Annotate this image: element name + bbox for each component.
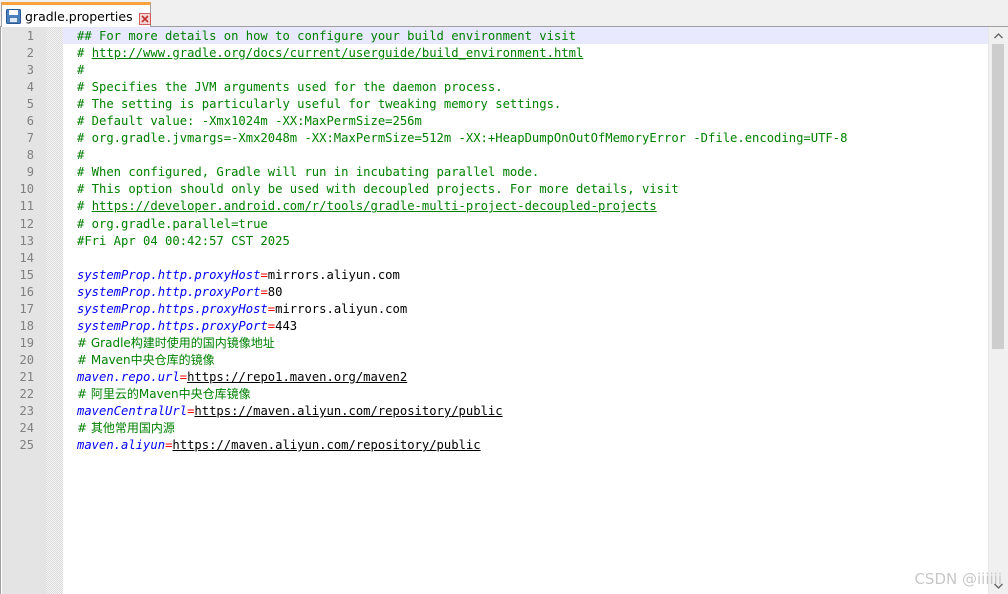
code-line: 3 # [1,62,989,79]
line-number: 2 [26,46,34,61]
property-value: 443 [275,318,298,333]
line-number: 18 [19,318,34,333]
code-line: 20 # Maven中央仓库的镜像 [1,352,989,369]
operator: = [260,267,268,282]
line-number: 5 [26,97,34,112]
watermark: CSDN @iiiiii [914,570,1002,588]
code-line: 14 [1,250,989,267]
property-key: maven.repo.url [77,369,180,384]
tab-label: gradle.properties [25,8,133,24]
comment: #Fri Apr 04 00:42:57 CST 2025 [77,233,290,248]
comment: # [77,199,92,214]
property-key: systemProp.https.proxyPort [77,318,268,333]
code-line: 10 # This option should only be used with… [1,181,989,198]
comment: # 其他常用国内源 [77,421,175,436]
code-line: 16 systemProp.http.proxyPort=80 [1,284,989,301]
property-value-link[interactable]: https://repo1.maven.org/maven2 [187,370,407,384]
property-key: systemProp.https.proxyHost [77,301,268,316]
code-line: 21 maven.repo.url=https://repo1.maven.org… [1,369,989,386]
line-number: 9 [26,165,34,180]
code-line: 15 systemProp.http.proxyHost=mirrors.aliy… [1,267,989,284]
property-key: mavenCentralUrl [77,404,188,419]
line-number: 22 [19,386,34,401]
line-number: 17 [19,301,34,316]
scrollbar-thumb[interactable] [992,44,1004,349]
tab-gradle-properties[interactable]: gradle.properties [1,2,151,27]
line-number: 6 [26,114,34,129]
tab-bar: gradle.properties [0,0,1008,27]
code-line: 4 # Specifies the JVM arguments used for … [1,79,989,96]
vertical-scrollbar[interactable] [988,27,1008,594]
line-number: 14 [19,250,34,265]
line-number: 24 [19,421,34,436]
code-line: 5 # The setting is particularly useful fo… [1,96,989,113]
code-line: 19 # Gradle构建时使用的国内镜像地址 [1,335,989,352]
property-value-link[interactable]: https://maven.aliyun.com/repository/publ… [194,404,502,418]
line-number: 19 [19,335,34,350]
code-line: 9 # When configured, Gradle will run in i… [1,164,989,181]
code-line: 6 # Default value: -Xmx1024m -XX:MaxPermS… [1,113,989,130]
comment: # The setting is particularly useful for… [77,97,562,112]
code-line: 23 mavenCentralUrl=https://maven.aliyun.c… [1,403,989,420]
code-line: 13 #Fri Apr 04 00:42:57 CST 2025 [1,233,989,250]
code-line: 22 # 阿里云的Maven中央仓库镜像 [1,386,989,403]
code-line: 2 # http://www.gradle.org/docs/current/us… [1,45,989,62]
link[interactable]: https://developer.android.com/r/tools/gr… [92,199,657,213]
operator: = [260,284,268,299]
code-line: 25 maven.aliyun=https://maven.aliyun.com/… [1,437,989,454]
comment: # Maven中央仓库的镜像 [77,352,215,367]
line-number: 4 [26,80,34,95]
code-line: 11 # https://developer.android.com/r/tool… [1,198,989,215]
comment: # org.gradle.parallel=true [77,216,268,231]
comment: # This option should only be used with d… [77,182,679,197]
property-value: mirrors.aliyun.com [267,267,400,282]
code-line: 17 systemProp.https.proxyHost=mirrors.ali… [1,301,989,318]
line-number: 8 [26,148,34,163]
close-icon[interactable] [138,10,151,25]
line-number: 3 [26,63,34,78]
line-number: 15 [19,267,34,282]
code-line: 8 # [1,147,989,164]
comment: # 阿里云的Maven中央仓库镜像 [77,386,251,401]
comment: # Gradle构建时使用的国内镜像地址 [77,335,275,350]
comment: # Default value: -Xmx1024m -XX:MaxPermSi… [77,114,422,129]
comment: # Specifies the JVM arguments used for t… [77,80,503,95]
property-value-link[interactable]: https://maven.aliyun.com/repository/publ… [172,438,480,452]
operator: = [179,369,188,384]
line-number: 1 [26,29,34,43]
line-number: 20 [19,352,34,367]
line-number: 11 [19,199,34,214]
property-key: maven.aliyun [77,438,166,453]
comment: # When configured, Gradle will run in in… [77,165,540,180]
line-number: 7 [26,131,34,146]
code-line: 1 ## For more details on how to configure… [1,28,989,45]
floppy-disk-icon [6,8,21,24]
line-number: 10 [19,182,34,197]
notepad-window: gradle.properties 1 ## For more details o… [0,0,1008,594]
line-number: 12 [19,216,34,231]
comment: # org.gradle.jvmargs=-Xmx2048m -XX:MaxPe… [77,131,848,146]
link[interactable]: http://www.gradle.org/docs/current/userg… [92,46,584,60]
comment: # [77,63,85,78]
comment: ## For more details on how to configure … [77,29,576,43]
line-number: 21 [19,369,34,384]
code-line: 24 # 其他常用国内源 [1,420,989,437]
property-value: 80 [267,284,283,299]
code-line: 18 systemProp.https.proxyPort=443 [1,318,989,335]
property-value: mirrors.aliyun.com [275,301,408,316]
comment: # [77,46,92,61]
code-line: 7 # org.gradle.jvmargs=-Xmx2048m -XX:MaxP… [1,130,989,147]
editor-pane[interactable]: 1 ## For more details on how to configure… [0,27,1008,594]
comment: # [77,148,85,163]
line-number: 16 [19,284,34,299]
property-key: systemProp.http.proxyPort [77,284,261,299]
code-line: 12 # org.gradle.parallel=true [1,216,989,233]
code-lines: 1 ## For more details on how to configure… [1,28,989,454]
line-number: 23 [19,404,34,419]
property-key: systemProp.http.proxyHost [77,267,261,282]
line-number: 13 [19,233,34,248]
scroll-up-arrow-icon[interactable] [989,27,1008,44]
line-number: 25 [19,438,34,453]
